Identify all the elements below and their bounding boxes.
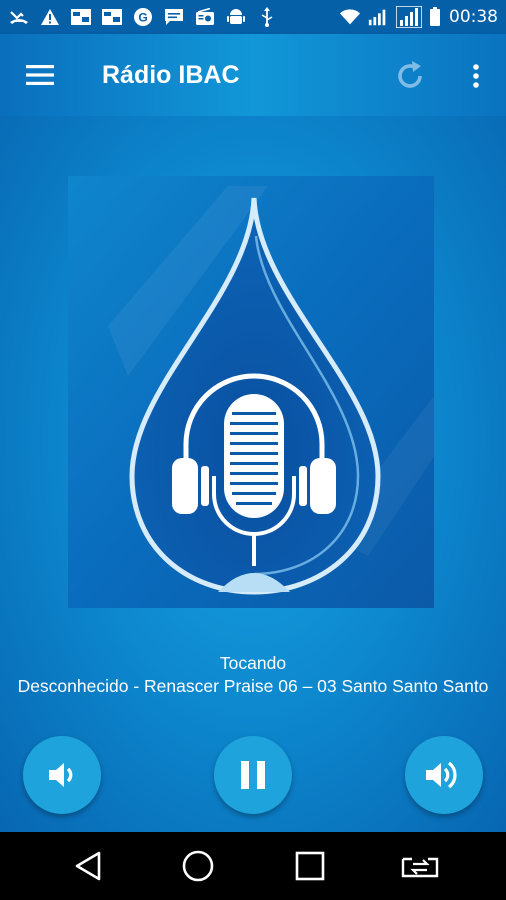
track-title: Desconhecido - Renascer Praise 06 – 03 S… xyxy=(17,675,489,696)
system-navigation-bar xyxy=(0,832,506,900)
radio-icon xyxy=(194,7,216,27)
warning-icon xyxy=(39,7,61,27)
back-button[interactable] xyxy=(66,846,110,886)
hamburger-icon xyxy=(26,65,54,85)
message-icon xyxy=(70,7,92,27)
battery-icon xyxy=(429,7,441,27)
refresh-icon xyxy=(398,61,422,88)
message-icon xyxy=(101,7,123,27)
volume-up-button[interactable] xyxy=(405,736,483,814)
signal-icon xyxy=(367,7,389,27)
clock: 00:38 xyxy=(449,7,498,27)
more-options-button[interactable] xyxy=(458,56,494,96)
menu-button[interactable] xyxy=(0,34,80,116)
android-icon xyxy=(225,7,247,27)
volume-down-button[interactable] xyxy=(23,736,101,814)
status-bar: G 00:38 xyxy=(0,0,506,34)
playback-status: Tocando xyxy=(219,653,287,673)
radio-logo-image xyxy=(68,176,434,608)
signal-icon xyxy=(395,6,423,28)
now-playing-info: Tocando Desconhecido - Renascer Praise 0… xyxy=(0,652,506,697)
app-bar: Rádio IBAC xyxy=(0,34,506,116)
switch-window-icon xyxy=(401,857,439,878)
chat-icon xyxy=(163,7,185,27)
usb-icon xyxy=(256,7,278,27)
pause-button[interactable] xyxy=(214,736,292,814)
recent-apps-square-icon xyxy=(295,851,325,881)
home-button[interactable] xyxy=(176,846,220,886)
player-area: Tocando Desconhecido - Renascer Praise 0… xyxy=(0,116,506,832)
refresh-button[interactable] xyxy=(390,56,430,96)
more-vert-icon xyxy=(473,64,479,88)
dual-window-button[interactable] xyxy=(398,846,442,886)
recent-apps-button[interactable] xyxy=(288,846,332,886)
missed-call-icon xyxy=(8,7,30,27)
pause-icon xyxy=(241,761,265,789)
wifi-icon xyxy=(339,7,361,27)
back-triangle-icon xyxy=(75,851,101,881)
svg-text:G: G xyxy=(138,11,147,25)
home-circle-icon xyxy=(182,850,214,882)
app-title: Rádio IBAC xyxy=(102,60,240,89)
volume-up-icon xyxy=(426,761,457,789)
gear-icon: G xyxy=(132,7,154,27)
volume-down-icon xyxy=(49,763,73,787)
